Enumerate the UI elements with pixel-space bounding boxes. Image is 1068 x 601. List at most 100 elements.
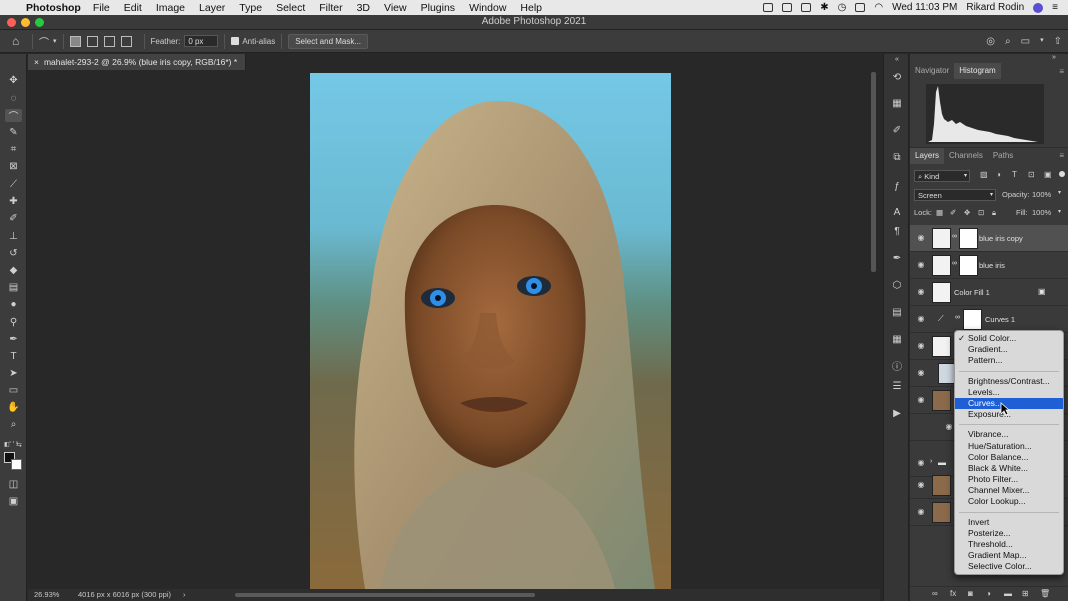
zoom-tool-icon[interactable]: ⌕: [5, 418, 22, 431]
delete-layer-icon[interactable]: 🗑︎: [1040, 589, 1050, 598]
group-expand-icon[interactable]: ›: [930, 458, 932, 465]
menu-item-color-balance[interactable]: Color Balance...: [955, 452, 1063, 463]
filter-adjustment-icon[interactable]: ◑: [996, 170, 1001, 179]
brush-settings-icon[interactable]: ✐: [890, 125, 904, 137]
filter-pixel-icon[interactable]: ▨: [980, 170, 988, 179]
menu-help[interactable]: Help: [520, 2, 542, 14]
canvas-vertical-scrollbar[interactable]: [871, 72, 876, 272]
swatches-panel-icon[interactable]: ▦: [890, 334, 904, 346]
healing-brush-tool-icon[interactable]: ✚: [5, 195, 22, 208]
lock-artboard-icon[interactable]: ⊡: [978, 208, 984, 217]
clock-text[interactable]: Wed 11:03 PM: [892, 2, 957, 13]
layer-mask-thumbnail[interactable]: [963, 309, 982, 330]
menu-item-gradient[interactable]: Gradient...: [955, 344, 1063, 355]
lasso-tool-icon[interactable]: ⌒: [5, 109, 22, 123]
default-colors-icon[interactable]: ◧: [4, 441, 10, 448]
visibility-eye-icon[interactable]: ◉: [916, 395, 926, 405]
type-tool-icon[interactable]: T: [5, 350, 22, 363]
tab-histogram[interactable]: Histogram: [954, 63, 1001, 79]
layer-style-icon[interactable]: fx: [950, 589, 956, 598]
filter-toggle-icon[interactable]: [1059, 171, 1065, 177]
menu-item-hue-saturation[interactable]: Hue/Saturation...: [955, 441, 1063, 452]
user-icon[interactable]: ◎: [986, 36, 995, 47]
info-panel-icon[interactable]: ⓘ: [890, 362, 904, 374]
gradient-tool-icon[interactable]: ▤: [5, 281, 22, 294]
document-dimensions[interactable]: 4016 px x 6016 px (300 ppi): [78, 589, 171, 601]
layer-row[interactable]: ◉ ∞ blue iris copy: [910, 225, 1068, 252]
visibility-eye-icon[interactable]: ◉: [916, 480, 926, 490]
menu-item-solid-color[interactable]: ✓ Solid Color...: [955, 333, 1063, 344]
menu-item-channel-mixer[interactable]: Channel Mixer...: [955, 485, 1063, 496]
layer-row[interactable]: ◉ ∞ blue iris: [910, 252, 1068, 279]
intersect-selection-icon[interactable]: [120, 35, 132, 47]
visibility-eye-icon[interactable]: ◉: [916, 314, 926, 324]
close-tab-icon[interactable]: ×: [34, 57, 39, 67]
menu-filter[interactable]: Filter: [319, 2, 342, 14]
menu-layer[interactable]: Layer: [199, 2, 225, 14]
feather-input[interactable]: 0 px: [184, 35, 219, 47]
clone-stamp-tool-icon[interactable]: ⊥: [5, 230, 22, 243]
quick-selection-tool-icon[interactable]: ✎: [5, 126, 22, 139]
siri-icon[interactable]: [1033, 2, 1044, 13]
3d-panel-icon[interactable]: ⬡: [890, 280, 904, 292]
display-icon[interactable]: [855, 3, 866, 12]
lock-image-icon[interactable]: ✐: [950, 208, 956, 217]
menu-item-vibrance[interactable]: Vibrance...: [955, 429, 1063, 440]
actions-panel-icon[interactable]: ▶: [890, 408, 904, 420]
path-selection-tool-icon[interactable]: ➤: [5, 367, 22, 380]
glyphs-panel-icon[interactable]: ƒ: [890, 181, 904, 193]
history-brush-tool-icon[interactable]: ↺: [5, 247, 22, 260]
creative-cloud-icon[interactable]: [801, 3, 812, 12]
chevron-down-icon[interactable]: ▾: [1040, 36, 1044, 47]
menu-item-selective-color[interactable]: Selective Color...: [955, 561, 1063, 572]
menu-item-gradient-map[interactable]: Gradient Map...: [955, 550, 1063, 561]
menu-plugins[interactable]: Plugins: [421, 2, 455, 14]
bluetooth-icon[interactable]: ✱: [820, 2, 828, 13]
menu-select[interactable]: Select: [276, 2, 305, 14]
filter-smart-object-icon[interactable]: ▣: [1044, 170, 1052, 179]
rectangle-tool-icon[interactable]: ▭: [5, 384, 22, 397]
add-mask-icon[interactable]: ◙: [968, 589, 973, 598]
search-icon[interactable]: ⌕: [1005, 36, 1011, 47]
fill-value[interactable]: 100%: [1032, 208, 1051, 217]
fill-chevron-icon[interactable]: ▾: [1058, 208, 1061, 215]
paragraph-panel-icon[interactable]: ¶: [890, 226, 904, 238]
workspace-icon[interactable]: ▭: [1021, 36, 1030, 47]
user-name[interactable]: Rikard Rodin: [966, 2, 1024, 13]
menu-item-color-lookup[interactable]: Color Lookup...: [955, 496, 1063, 507]
link-layers-icon[interactable]: ∞: [932, 589, 938, 598]
tab-paths[interactable]: Paths: [988, 148, 1018, 164]
tab-navigator[interactable]: Navigator: [910, 63, 954, 79]
layer-mask-thumbnail[interactable]: [959, 228, 978, 249]
layer-effects-icon[interactable]: ▣: [1038, 287, 1046, 296]
layer-row[interactable]: ◉ ⟋ ∞ Curves 1: [910, 306, 1068, 333]
menu-window[interactable]: Window: [469, 2, 506, 14]
panel-menu-icon[interactable]: ≡: [1059, 67, 1064, 76]
menu-item-brightness-contrast[interactable]: Brightness/Contrast...: [955, 376, 1063, 387]
brush-tool-icon[interactable]: ✐: [5, 212, 22, 225]
menu-item-photo-filter[interactable]: Photo Filter...: [955, 474, 1063, 485]
document-canvas-image[interactable]: [310, 73, 671, 589]
new-selection-icon[interactable]: [69, 35, 81, 47]
canvas-horizontal-scrollbar[interactable]: [235, 593, 535, 597]
move-tool-icon[interactable]: ✥: [5, 74, 22, 87]
status-app-icon[interactable]: [763, 3, 774, 12]
blur-tool-icon[interactable]: ●: [5, 298, 22, 311]
screen-mode-icon[interactable]: ▣: [5, 495, 22, 508]
select-and-mask-button[interactable]: Select and Mask...: [288, 33, 369, 49]
gradients-panel-icon[interactable]: ▤: [890, 307, 904, 319]
share-icon[interactable]: ⇧: [1054, 36, 1062, 47]
swap-colors-icon[interactable]: ⇆: [16, 441, 22, 449]
tab-channels[interactable]: Channels: [944, 148, 988, 164]
menu-type[interactable]: Type: [239, 2, 262, 14]
menu-item-levels[interactable]: Levels...: [955, 387, 1063, 398]
subtract-selection-icon[interactable]: [103, 35, 115, 47]
new-adjustment-layer-icon[interactable]: ◑: [986, 589, 991, 598]
visibility-eye-icon[interactable]: ◉: [916, 287, 926, 297]
eyedropper-tool-icon[interactable]: ⟋: [5, 178, 22, 191]
dodge-tool-icon[interactable]: ⚲: [5, 316, 22, 329]
wifi-icon[interactable]: ◠: [874, 2, 883, 13]
filter-type-icon[interactable]: T: [1012, 170, 1017, 179]
layers-panel-menu-icon[interactable]: ≡: [1059, 151, 1064, 160]
antialias-checkbox[interactable]: [231, 37, 240, 45]
